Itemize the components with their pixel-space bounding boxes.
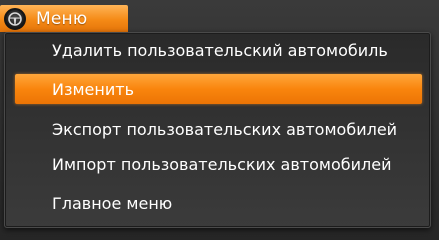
steering-wheel-icon xyxy=(4,7,26,30)
menu-item-delete-custom-car[interactable]: Удалить пользовательский автомобиль xyxy=(15,35,422,65)
screen: Меню Удалить пользовательский автомобиль… xyxy=(0,0,439,240)
menu-item-edit[interactable]: Изменить xyxy=(15,74,422,104)
menu-item-export-custom-cars[interactable]: Экспорт пользовательских автомобилей xyxy=(15,114,422,144)
dropdown-menu: Удалить пользовательский автомобиль Изме… xyxy=(4,32,431,228)
menu-button[interactable]: Меню xyxy=(0,5,128,32)
menu-item-main-menu[interactable]: Главное меню xyxy=(15,188,422,218)
menu-button-label: Меню xyxy=(36,8,88,29)
menu-item-import-custom-cars[interactable]: Импорт пользовательских автомобилей xyxy=(15,149,422,179)
